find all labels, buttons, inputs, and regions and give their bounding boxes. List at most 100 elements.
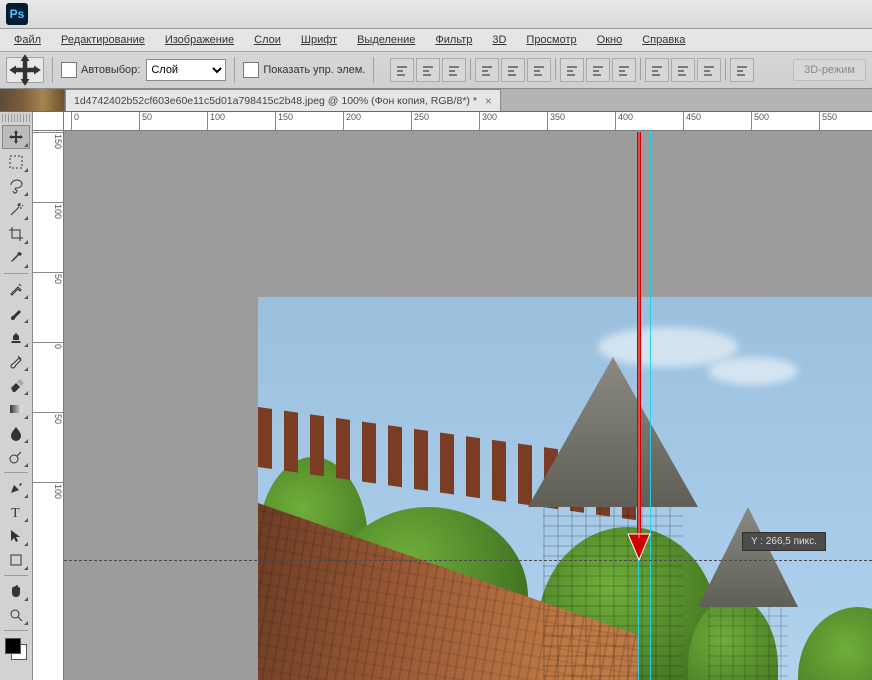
marquee-tool[interactable] (3, 151, 29, 173)
auto-select-checkbox[interactable]: Автовыбор: (61, 62, 140, 78)
magic-wand-tool[interactable] (3, 199, 29, 221)
eraser-tool[interactable] (3, 374, 29, 396)
eyedropper-tool[interactable] (3, 247, 29, 269)
show-transform-label: Показать упр. элем. (263, 64, 365, 76)
lasso-tool[interactable] (3, 175, 29, 197)
dist-right-button[interactable] (697, 58, 721, 82)
dodge-tool[interactable] (3, 446, 29, 468)
type-tool[interactable]: T (3, 501, 29, 523)
horizontal-guide-dragging[interactable] (64, 560, 872, 561)
current-tool-indicator[interactable] (6, 57, 44, 83)
separator (4, 472, 28, 473)
menu-filter[interactable]: Фильтр (425, 31, 482, 49)
ruler-tick: 100 (207, 112, 225, 130)
crop-tool[interactable] (3, 223, 29, 245)
menu-select[interactable]: Выделение (347, 31, 425, 49)
dist-vcenter-button[interactable] (586, 58, 610, 82)
ruler-tick: 150 (275, 112, 293, 130)
app-logo: Ps (6, 3, 28, 25)
ruler-tick: 500 (751, 112, 769, 130)
brush-tool[interactable] (3, 302, 29, 324)
checkbox-icon (61, 62, 77, 78)
clone-stamp-tool[interactable] (3, 326, 29, 348)
menu-window[interactable]: Окно (587, 31, 633, 49)
ruler-tick: 400 (615, 112, 633, 130)
align-vcenter-icon (421, 63, 435, 77)
document-image[interactable] (258, 297, 872, 680)
ruler-tick: 50 (33, 412, 63, 464)
close-tab-icon[interactable]: × (485, 94, 492, 108)
horizontal-ruler[interactable]: 050100150200250300350400450500550 (64, 112, 872, 131)
panel-grip[interactable] (2, 114, 30, 122)
ruler-tick: 50 (139, 112, 152, 130)
separator (4, 630, 28, 631)
align-top-button[interactable] (390, 58, 414, 82)
foreground-color-swatch[interactable] (5, 638, 21, 654)
blur-tool[interactable] (3, 422, 29, 444)
align-vcenter-button[interactable] (416, 58, 440, 82)
pen-tool[interactable] (3, 477, 29, 499)
tower-front (528, 357, 698, 680)
dist-right-icon (702, 63, 716, 77)
ruler-tick: 300 (479, 112, 497, 130)
menu-image[interactable]: Изображение (155, 31, 244, 49)
healing-brush-tool[interactable] (3, 278, 29, 300)
title-bar: Ps (0, 0, 872, 29)
ruler-tick: 50 (33, 272, 63, 324)
ruler-tick: 0 (71, 112, 79, 130)
divider (52, 57, 53, 83)
dist-top-button[interactable] (560, 58, 584, 82)
menu-type[interactable]: Шрифт (291, 31, 347, 49)
align-left-button[interactable] (475, 58, 499, 82)
ruler-tick: 100 (33, 202, 63, 254)
menu-3d[interactable]: 3D (482, 31, 516, 49)
align-right-button[interactable] (527, 58, 551, 82)
menu-edit[interactable]: Редактирование (51, 31, 155, 49)
ruler-tick: 100 (33, 482, 63, 534)
separator (4, 575, 28, 576)
align-left-icon (480, 63, 494, 77)
gradient-tool[interactable] (3, 398, 29, 420)
align-bottom-icon (447, 63, 461, 77)
align-bottom-button[interactable] (442, 58, 466, 82)
show-transform-checkbox[interactable]: Показать упр. элем. (243, 62, 365, 78)
menu-help[interactable]: Справка (632, 31, 695, 49)
hand-tool[interactable] (3, 580, 29, 602)
auto-align-button[interactable] (730, 58, 754, 82)
menu-layer[interactable]: Слои (244, 31, 291, 49)
menu-view[interactable]: Просмотр (516, 31, 586, 49)
ruler-origin[interactable] (33, 112, 64, 131)
menu-bar: Файл Редактирование Изображение Слои Шри… (0, 29, 872, 52)
ruler-tick: 450 (683, 112, 701, 130)
canvas-area[interactable]: 050100150200250300350400450500550 (64, 112, 872, 680)
dist-bottom-icon (617, 63, 631, 77)
path-select-tool[interactable] (3, 525, 29, 547)
divider (234, 57, 235, 83)
color-swatches[interactable] (5, 638, 27, 660)
ruler-tick: 550 (819, 112, 837, 130)
mode-3d-button[interactable]: 3D-режим (793, 59, 866, 81)
dist-left-icon (650, 63, 664, 77)
annotation-arrow (622, 130, 656, 562)
move-tool[interactable] (2, 125, 30, 149)
zoom-tool[interactable] (3, 604, 29, 626)
ruler-tick: 350 (547, 112, 565, 130)
move-icon (7, 52, 43, 88)
shape-tool[interactable] (3, 549, 29, 571)
menu-file[interactable]: Файл (4, 31, 51, 49)
align-right-icon (532, 63, 546, 77)
document-tab-title: 1d4742402b52cf603e60e11c5d01a798415c2b48… (74, 95, 477, 107)
cloud (708, 357, 798, 385)
align-top-icon (395, 63, 409, 77)
dist-hcenter-button[interactable] (671, 58, 695, 82)
dist-top-icon (565, 63, 579, 77)
dist-left-button[interactable] (645, 58, 669, 82)
auto-select-dropdown[interactable]: Слой (146, 59, 226, 81)
align-hcenter-button[interactable] (501, 58, 525, 82)
auto-select-value[interactable]: Слой (146, 59, 226, 81)
ruler-tick: 0 (33, 342, 63, 394)
dist-bottom-button[interactable] (612, 58, 636, 82)
history-brush-tool[interactable] (3, 350, 29, 372)
vertical-ruler[interactable]: 15010050050100 (33, 112, 64, 680)
document-tab[interactable]: 1d4742402b52cf603e60e11c5d01a798415c2b48… (65, 89, 501, 111)
